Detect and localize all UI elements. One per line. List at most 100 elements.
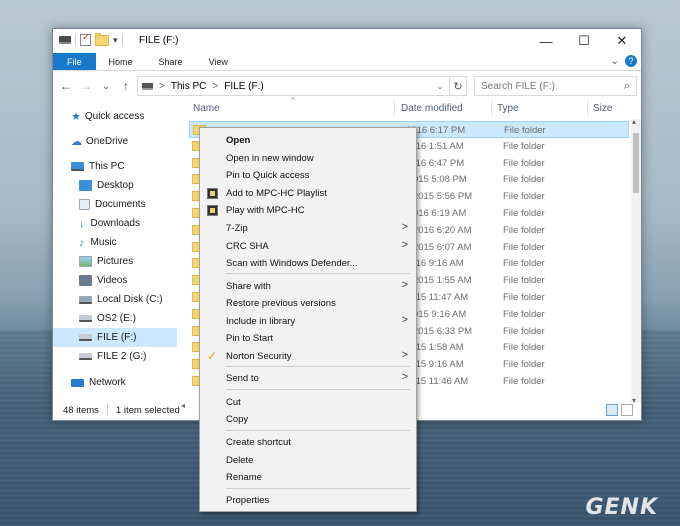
submenu-arrow-icon: > <box>401 348 408 361</box>
tab-share[interactable]: Share <box>146 53 196 70</box>
menu-item-rename[interactable]: Rename <box>200 469 416 486</box>
column-divider[interactable] <box>394 100 395 116</box>
help-icon[interactable]: ? <box>625 55 637 67</box>
refresh-icon[interactable]: ↻ <box>449 76 467 96</box>
menu-item-create-shortcut[interactable]: Create shortcut <box>200 434 416 451</box>
recent-locations-icon[interactable]: ⌄ <box>99 81 113 92</box>
menu-item-pin-to-quick-access[interactable]: Pin to Quick access <box>200 167 416 184</box>
menu-item-7-zip[interactable]: 7-Zip > <box>200 220 416 237</box>
quick-access-toolbar: ▾ <box>59 32 123 46</box>
submenu-arrow-icon: > <box>401 313 408 326</box>
back-arrow-icon[interactable]: ← <box>59 79 73 93</box>
qat-divider <box>121 34 123 46</box>
tab-file[interactable]: File <box>53 53 96 70</box>
menu-item-pin-to-start[interactable]: Pin to Start <box>200 330 416 347</box>
nav-label: FILE (F:) <box>97 332 137 343</box>
menu-item-label: Pin to Quick access <box>226 170 310 181</box>
ribbon-tabs: File Home Share View ⌄ ? <box>53 53 641 71</box>
drive-icon <box>79 353 92 360</box>
menu-item-label: Copy <box>226 414 249 425</box>
nav-item-pictures[interactable]: Pictures <box>53 252 177 271</box>
breadcrumb-this-pc[interactable]: This PC <box>171 81 207 92</box>
menu-item-share-with[interactable]: Share with > <box>200 278 416 295</box>
vertical-scrollbar[interactable]: ▴ ▾ <box>631 117 641 405</box>
menu-item-open[interactable]: Open <box>200 132 416 149</box>
minimize-button[interactable]: — <box>527 29 565 53</box>
menu-separator <box>226 389 410 390</box>
expand-ribbon-icon[interactable]: ⌄ <box>611 56 619 67</box>
menu-item-label: Include in library <box>226 315 296 327</box>
menu-item-properties[interactable]: Properties <box>200 492 416 509</box>
nav-item-documents[interactable]: Documents <box>53 195 177 214</box>
tab-home[interactable]: Home <box>96 53 146 70</box>
nav-item-network[interactable]: Network <box>53 373 177 392</box>
type-cell: File folder <box>503 157 545 169</box>
context-menu: Open Open in new window Pin to Quick acces… <box>199 127 417 512</box>
qat-dropdown-icon[interactable]: ▾ <box>113 35 118 46</box>
large-icons-view-icon[interactable] <box>621 404 633 416</box>
tab-view[interactable]: View <box>196 53 241 70</box>
drive-icon <box>79 334 92 341</box>
scrollbar-thumb[interactable] <box>633 133 639 193</box>
menu-item-cut[interactable]: Cut <box>200 394 416 411</box>
column-header-size[interactable]: Size <box>593 97 612 119</box>
pictures-icon <box>79 256 92 267</box>
window-title: FILE (F:) <box>139 35 179 46</box>
column-divider[interactable] <box>587 100 588 116</box>
menu-item-label: Send to <box>226 373 259 384</box>
menu-item-scan-with-windows-defender[interactable]: Scan with Windows Defender... <box>200 255 416 272</box>
network-icon <box>71 378 84 387</box>
documents-icon <box>79 199 90 210</box>
nav-item-local-disk-c[interactable]: Local Disk (C:) <box>53 290 177 309</box>
cloud-icon: ☁ <box>71 136 82 148</box>
menu-item-copy[interactable]: Copy <box>200 411 416 428</box>
menu-item-norton-security[interactable]: ✓ Norton Security > <box>200 348 416 365</box>
computer-icon <box>71 162 84 171</box>
nav-item-downloads[interactable]: ↓ Downloads <box>53 214 177 233</box>
address-dropdown-icon[interactable]: ⌄ <box>431 76 449 96</box>
menu-item-play-with-mpc-hc[interactable]: Play with MPC-HC <box>200 202 416 219</box>
nav-item-this-pc[interactable]: This PC <box>53 157 177 176</box>
column-header-type[interactable]: Type <box>497 97 519 119</box>
menu-item-add-to-mpc-hc-playlist[interactable]: Add to MPC-HC Playlist <box>200 185 416 202</box>
menu-item-crc-sha[interactable]: CRC SHA > <box>200 238 416 255</box>
nav-item-os2-e[interactable]: OS2 (E:) <box>53 309 177 328</box>
address-bar[interactable]: > This PC > FILE (F:) <box>137 76 467 96</box>
scroll-up-icon[interactable]: ▴ <box>632 117 636 126</box>
nav-item-videos[interactable]: Videos <box>53 271 177 290</box>
nav-item-file-2-g[interactable]: FILE 2 (G:) <box>53 347 177 366</box>
downloads-icon: ↓ <box>79 217 85 230</box>
submenu-arrow-icon: > <box>401 238 408 251</box>
nav-item-quick-access[interactable]: ★ Quick access <box>53 107 177 126</box>
nav-label: Downloads <box>90 218 140 229</box>
menu-item-send-to[interactable]: Send to > <box>200 370 416 387</box>
maximize-button[interactable]: ☐ <box>565 29 603 53</box>
close-button[interactable]: ✕ <box>603 29 641 53</box>
type-cell: File folder <box>503 208 545 219</box>
new-folder-icon[interactable] <box>95 32 109 46</box>
menu-item-delete[interactable]: Delete <box>200 452 416 469</box>
forward-arrow-icon[interactable]: → <box>79 79 93 93</box>
up-arrow-icon[interactable]: ↑ <box>119 79 133 93</box>
column-divider[interactable] <box>491 100 492 116</box>
menu-separator <box>226 430 410 431</box>
column-header-date[interactable]: Date modified <box>401 97 463 119</box>
nav-item-music[interactable]: ♪ Music <box>53 233 177 252</box>
videos-icon <box>79 275 92 286</box>
column-header-name[interactable]: Name <box>193 97 220 119</box>
nav-label: Music <box>90 237 117 248</box>
menu-item-restore-previous-versions[interactable]: Restore previous versions <box>200 295 416 312</box>
details-view-icon[interactable] <box>606 404 618 416</box>
window-controls: — ☐ ✕ <box>527 29 641 53</box>
menu-item-include-in-library[interactable]: Include in library > <box>200 313 416 330</box>
properties-icon[interactable] <box>80 32 91 46</box>
nav-item-desktop[interactable]: Desktop <box>53 176 177 195</box>
nav-item-onedrive[interactable]: ☁ OneDrive <box>53 132 177 151</box>
breadcrumb-current[interactable]: FILE (F:) <box>224 81 263 92</box>
norton-check-icon: ✓ <box>207 348 218 363</box>
nav-label: Quick access <box>84 111 145 122</box>
search-input[interactable]: Search FILE (F:) ⌕ <box>474 76 637 96</box>
nav-item-file-f[interactable]: FILE (F:) <box>53 328 177 347</box>
nav-label: Network <box>89 377 126 388</box>
menu-item-open-in-new-window[interactable]: Open in new window <box>200 150 416 167</box>
